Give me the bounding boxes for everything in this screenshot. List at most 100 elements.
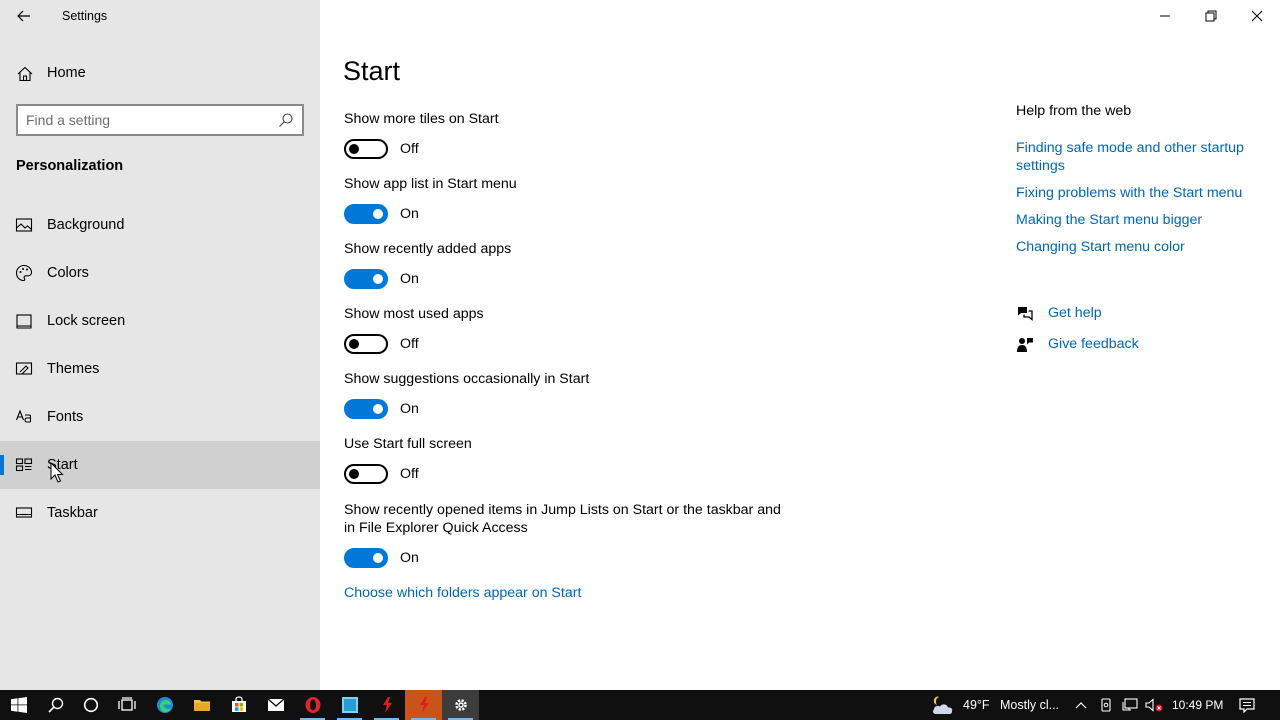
help-link-start-color[interactable]: Changing Start menu color — [1016, 238, 1266, 256]
red-app-1[interactable] — [368, 690, 405, 720]
device-icon — [1101, 698, 1111, 712]
toggle-knob — [349, 339, 359, 349]
toggle-switch[interactable] — [344, 399, 388, 419]
sidebar-item-label: Fonts — [47, 409, 84, 425]
notepad-icon — [341, 697, 358, 713]
taskbar-icon — [15, 507, 33, 518]
store-bag-icon — [231, 696, 246, 712]
opera-icon — [305, 697, 320, 713]
setting-most-used-apps: Show most used apps Off — [344, 305, 804, 356]
opera-app[interactable] — [294, 690, 331, 720]
close-icon — [1251, 10, 1263, 22]
gear-icon — [454, 699, 467, 711]
toggle-switch[interactable] — [344, 269, 388, 289]
setting-label: Show recently opened items in Jump Lists… — [344, 502, 781, 536]
setting-jump-lists: Show recently opened items in Jump Lists… — [344, 501, 794, 570]
task-view-button[interactable] — [108, 690, 145, 720]
toggle-switch[interactable] — [344, 548, 388, 568]
file-explorer-app[interactable] — [183, 690, 220, 720]
weather-text[interactable]: Mostly cl... — [1000, 698, 1059, 712]
give-feedback-link[interactable]: Give feedback — [1016, 334, 1216, 356]
volume-button[interactable] — [1143, 690, 1165, 720]
action-center-button[interactable] — [1230, 690, 1264, 720]
settings-app[interactable] — [442, 690, 479, 720]
setting-recently-added-apps: Show recently added apps On — [344, 240, 804, 291]
restore-button[interactable] — [1188, 0, 1234, 32]
setting-show-more-tiles: Show more tiles on Start Off — [344, 110, 804, 161]
toggle-state: On — [400, 271, 419, 287]
home-label: Home — [47, 65, 86, 81]
weather-temp: 49°F — [963, 698, 990, 712]
back-button[interactable] — [8, 2, 40, 30]
notification-icon — [1239, 698, 1255, 713]
toggle-state: Off — [400, 141, 419, 157]
sidebar-item-fonts[interactable]: Fonts — [0, 393, 320, 441]
red-app-icon — [382, 697, 392, 713]
start-button[interactable] — [0, 690, 37, 720]
search-input[interactable] — [26, 111, 266, 129]
toggle-switch[interactable] — [344, 204, 388, 224]
weather-widget[interactable] — [926, 690, 960, 720]
toggle-switch[interactable] — [344, 334, 388, 354]
toggle-state: On — [400, 206, 419, 222]
palette-icon — [15, 264, 33, 282]
search-box[interactable] — [16, 104, 304, 136]
sidebar-item-label: Taskbar — [47, 505, 98, 521]
toggle-switch[interactable] — [344, 464, 388, 484]
setting-label: Show app list in Start menu — [344, 176, 517, 192]
get-help-label: Get help — [1048, 305, 1102, 321]
close-button[interactable] — [1234, 0, 1280, 32]
help-link-safe-mode[interactable]: Finding safe mode and other startup sett… — [1016, 139, 1266, 175]
sidebar: Settings Home Personalization Background… — [0, 0, 320, 690]
clock[interactable]: 10:49 PM — [1172, 698, 1223, 712]
search-icon[interactable] — [278, 112, 294, 128]
sidebar-item-start[interactable]: Start — [0, 441, 320, 489]
sidebar-item-label: Lock screen — [47, 313, 126, 329]
toggle-knob — [373, 274, 383, 284]
setting-full-screen: Use Start full screen Off — [344, 435, 804, 486]
tray-device-button[interactable] — [1095, 690, 1117, 720]
notepad-app[interactable] — [331, 690, 368, 720]
sidebar-item-background[interactable]: Background — [0, 201, 320, 249]
help-link-start-bigger[interactable]: Making the Start menu bigger — [1016, 211, 1266, 229]
back-arrow-icon — [17, 10, 30, 22]
search-icon — [47, 697, 63, 713]
sidebar-item-label: Themes — [47, 361, 100, 377]
store-app[interactable] — [220, 690, 257, 720]
network-icon — [1122, 698, 1138, 711]
network-button[interactable] — [1119, 690, 1141, 720]
sidebar-item-lock-screen[interactable]: Lock screen — [0, 297, 320, 345]
page-title: Start — [343, 56, 401, 86]
feedback-icon — [1017, 338, 1033, 352]
choose-folders-link[interactable]: Choose which folders appear on Start — [344, 585, 581, 601]
app-title: Settings — [62, 9, 108, 23]
toggle-knob — [349, 144, 359, 154]
toggle-knob — [373, 553, 383, 563]
weather-cloud-moon-icon — [932, 696, 953, 714]
edge-browser-icon — [156, 697, 173, 713]
volume-muted-icon — [1145, 698, 1163, 712]
red-app-2[interactable] — [405, 690, 442, 720]
taskbar-search-button[interactable] — [37, 690, 74, 720]
lock-screen-icon — [16, 314, 32, 329]
toggle-switch[interactable] — [344, 139, 388, 159]
edge-app[interactable] — [146, 690, 183, 720]
sidebar-item-label: Colors — [47, 265, 89, 281]
cortana-button[interactable] — [72, 690, 109, 720]
sidebar-item-themes[interactable]: Themes — [0, 345, 320, 393]
home-nav-item[interactable]: Home — [0, 56, 320, 90]
sidebar-item-taskbar[interactable]: Taskbar — [0, 489, 320, 537]
sidebar-item-colors[interactable]: Colors — [0, 249, 320, 297]
show-hidden-icons-button[interactable] — [1070, 690, 1092, 720]
windows-logo-icon — [10, 697, 27, 713]
chevron-up-icon — [1075, 702, 1087, 709]
setting-label: Show most used apps — [344, 306, 484, 322]
minimize-button[interactable] — [1142, 0, 1188, 32]
help-link-fixing-start[interactable]: Fixing problems with the Start menu — [1016, 184, 1266, 202]
title-bar: Settings — [0, 0, 320, 32]
mail-app[interactable] — [257, 690, 294, 720]
get-help-link[interactable]: Get help — [1016, 303, 1216, 325]
give-feedback-label: Give feedback — [1048, 336, 1139, 352]
red-app-icon — [419, 697, 429, 713]
toggle-state: On — [400, 550, 419, 566]
